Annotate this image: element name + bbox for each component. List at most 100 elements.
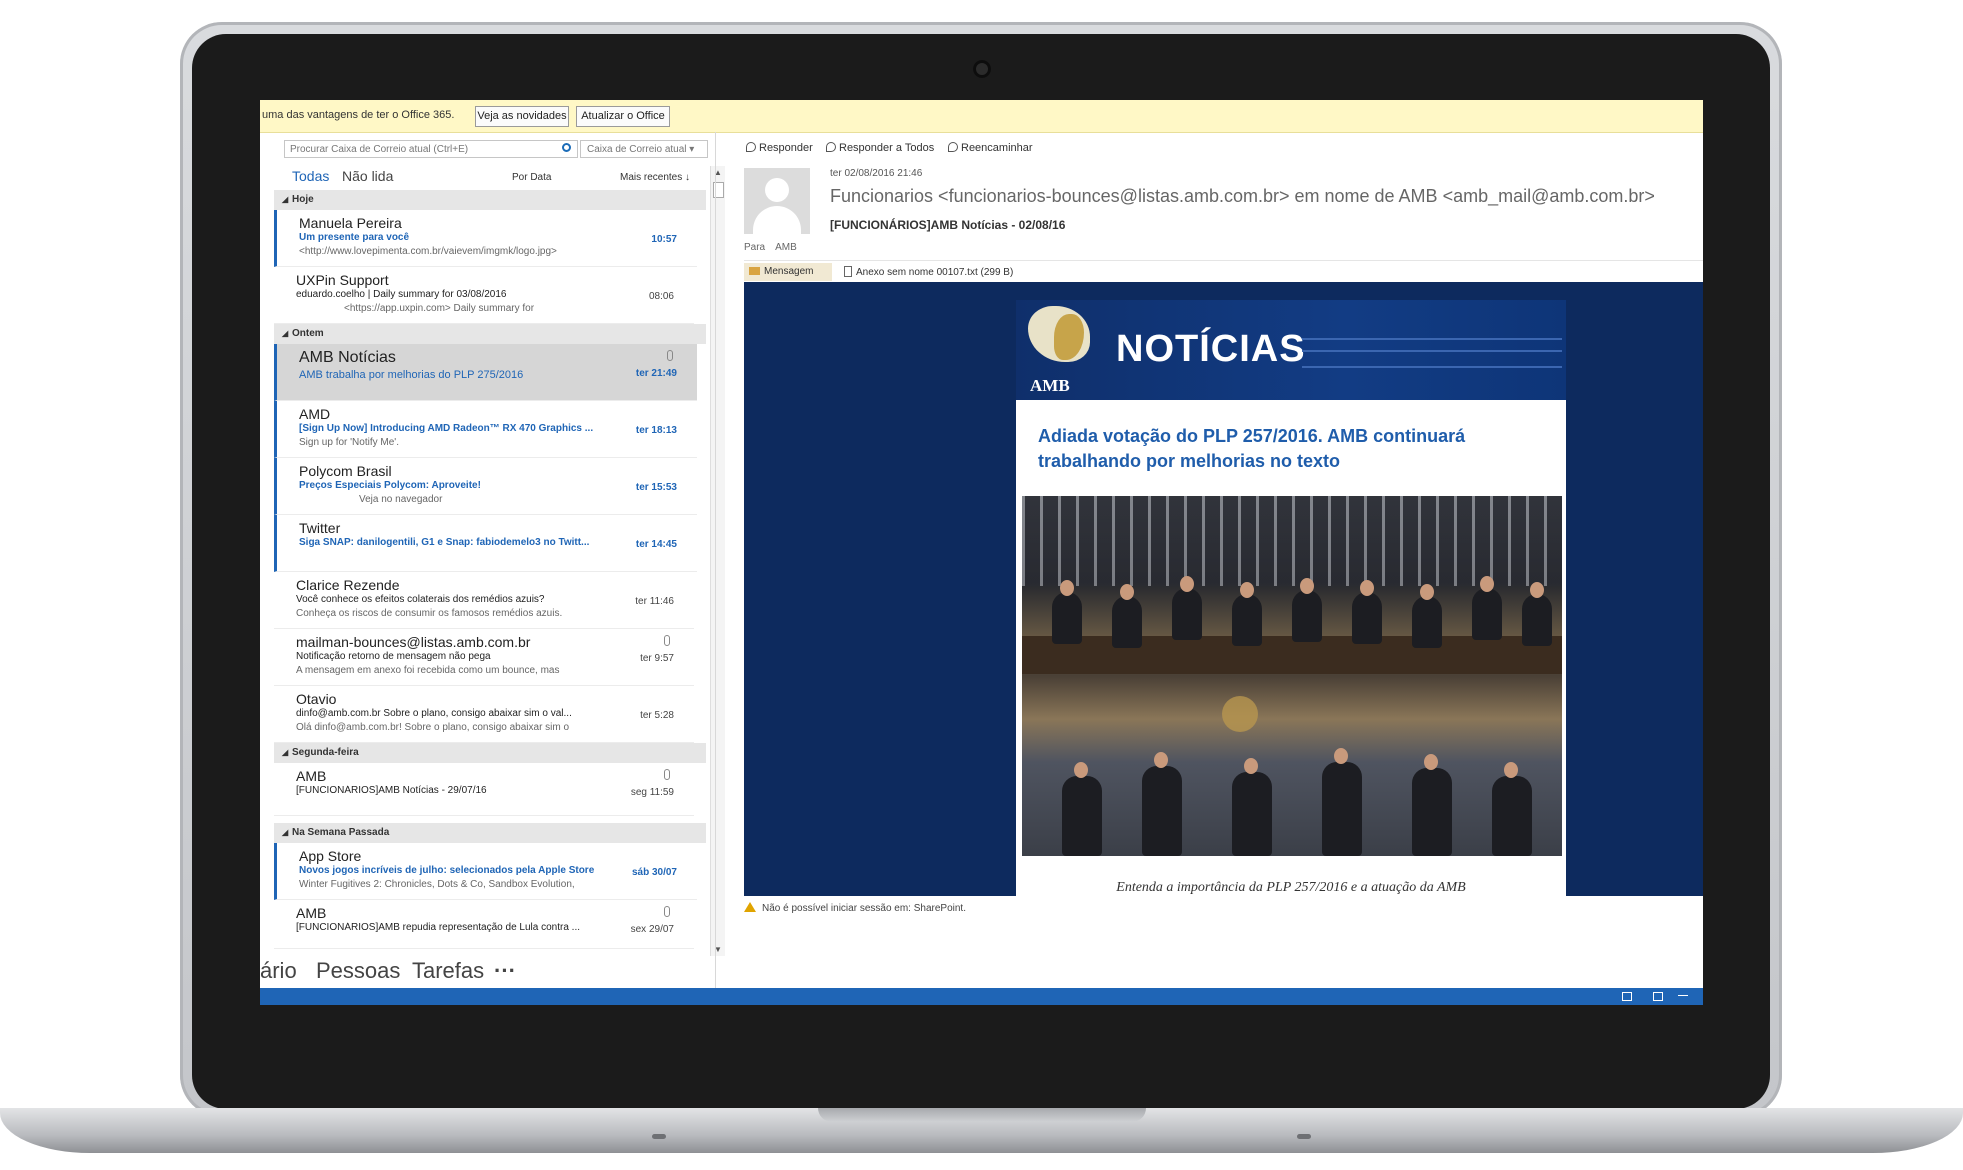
mail-subject: Preços Especiais Polycom: Aproveite!: [299, 480, 481, 491]
mail-item[interactable]: Twitter Siga SNAP: danilogentili, G1 e S…: [274, 515, 697, 572]
search-icon[interactable]: [562, 143, 571, 152]
mail-sender: mailman-bounces@listas.amb.com.br: [296, 634, 531, 650]
mail-time: ter 15:53: [635, 482, 677, 493]
mail-subject: Novos jogos incríveis de julho: selecion…: [299, 865, 595, 876]
collapse-icon: ◢: [282, 329, 289, 338]
pane-splitter[interactable]: [715, 132, 716, 988]
message-from[interactable]: Funcionarios <funcionarios-bounces@lista…: [830, 186, 1655, 207]
mail-time: ter 5:28: [640, 710, 674, 721]
search-scope-dropdown[interactable]: Caixa de Correio atual ▾: [580, 140, 708, 158]
mail-sender: Manuela Pereira: [299, 215, 402, 231]
message-subject: [FUNCIONÁRIOS]AMB Notícias - 02/08/16: [830, 218, 1066, 232]
collapse-icon: ◢: [282, 748, 289, 757]
laptop-notch: [818, 1108, 1146, 1122]
newsletter-header: AMB NOTÍCIAS: [1016, 300, 1566, 400]
group-header[interactable]: ◢ Ontem: [274, 324, 706, 344]
forward-button[interactable]: Reencaminhar: [948, 142, 1033, 154]
news-caption[interactable]: Entenda a importância da PLP 257/2016 e …: [1016, 880, 1566, 896]
mail-preview: Olá dinfo@amb.com.br! Sobre o plano, con…: [296, 722, 570, 733]
filter-bar: Todas Não lida Por Data Mais recentes ↓: [284, 168, 704, 188]
news-headline[interactable]: Adiada votação do PLP 257/2016. AMB cont…: [1038, 424, 1538, 474]
more-icon[interactable]: ···: [494, 958, 516, 984]
mail-time: sex 29/07: [630, 924, 674, 935]
mail-time: ter 9:57: [640, 653, 674, 664]
search-input[interactable]: Procurar Caixa de Correio atual (Ctrl+E): [284, 140, 578, 158]
attachment-bar: Mensagem Anexo sem nome 00107.txt (299 B…: [744, 260, 1703, 283]
tab-message[interactable]: Mensagem: [744, 263, 832, 281]
whats-new-button[interactable]: Veja as novidades: [475, 106, 569, 127]
screen: uma das vantagens de ter o Office 365. V…: [260, 100, 1703, 1005]
mail-subject: [FUNCIONÁRIOS]AMB Notícias - 29/07/16: [296, 785, 487, 796]
mail-sender: Polycom Brasil: [299, 463, 392, 479]
mail-item-selected[interactable]: AMB Notícias AMB trabalha por melhorias …: [274, 344, 697, 401]
paperclip-icon: [664, 769, 670, 780]
mail-time: sáb 30/07: [631, 867, 677, 878]
mail-item[interactable]: AMD [Sign Up Now] Introducing AMD Radeon…: [274, 401, 697, 458]
filter-unread[interactable]: Não lida: [342, 168, 393, 184]
filter-all[interactable]: Todas: [292, 168, 329, 184]
infobar-message: uma das vantagens de ter o Office 365.: [262, 109, 455, 121]
mail-time: ter 11:46: [635, 596, 674, 607]
mail-list-scrollbar[interactable]: ▲ ▼: [710, 166, 725, 956]
mail-sender: AMB: [296, 905, 327, 921]
mail-sender: App Store: [299, 848, 362, 864]
mail-sender: AMB: [296, 768, 327, 784]
newsletter-title: NOTÍCIAS: [1116, 328, 1306, 370]
sender-avatar: [744, 168, 810, 234]
paperclip-icon: [664, 906, 670, 917]
amb-logo: AMB: [1026, 306, 1094, 396]
mail-subject: eduardo.coelho | Daily summary for 03/08…: [296, 289, 507, 300]
nav-tasks[interactable]: Tarefas: [412, 958, 484, 984]
mail-preview: <http://www.lovepimenta.com.br/vaievem/i…: [299, 246, 557, 257]
recipient[interactable]: AMB: [775, 242, 797, 253]
mail-item[interactable]: App Store Novos jogos incríveis de julho…: [274, 843, 697, 900]
normal-view-icon[interactable]: [1622, 992, 1632, 1001]
update-office-button[interactable]: Atualizar o Office: [576, 106, 670, 127]
reply-all-button[interactable]: Responder a Todos: [826, 142, 934, 154]
mail-sender: Otavio: [296, 691, 337, 707]
mail-time: ter 18:13: [635, 425, 677, 436]
warning-icon: [744, 902, 756, 912]
message-body: AMB NOTÍCIAS Adiada votação do PLP 257/2…: [744, 282, 1703, 896]
attachment-file[interactable]: Anexo sem nome 00107.txt (299 B): [844, 266, 1013, 278]
mail-item[interactable]: AMB [FUNCIONÁRIOS]AMB repudia representa…: [274, 900, 694, 949]
zoom-minus-icon[interactable]: [1678, 995, 1688, 996]
reading-view-icon[interactable]: [1653, 992, 1663, 1001]
mail-item[interactable]: Manuela Pereira Um presente para você <h…: [274, 210, 697, 267]
sharepoint-warning: Não é possível iniciar sessão em: ShareP…: [744, 902, 966, 914]
camera-icon: [973, 60, 991, 78]
group-header[interactable]: ◢ Hoje: [274, 190, 706, 210]
mail-preview: Winter Fugitives 2: Chronicles, Dots & C…: [299, 879, 575, 890]
reply-all-icon: [826, 142, 836, 152]
header-decoration: [1302, 338, 1562, 368]
mail-item[interactable]: Polycom Brasil Preços Especiais Polycom:…: [274, 458, 697, 515]
sort-by-dropdown[interactable]: Por Data: [512, 172, 551, 183]
mail-item[interactable]: Otavio dinfo@amb.com.br Sobre o plano, c…: [274, 686, 694, 743]
mail-subject: AMB trabalha por melhorias do PLP 275/20…: [299, 369, 524, 381]
news-photo[interactable]: [1022, 496, 1562, 856]
mail-time: ter 14:45: [635, 539, 677, 550]
paperclip-icon: [664, 635, 670, 646]
status-bar: [260, 988, 1703, 1005]
mail-subject: Siga SNAP: danilogentili, G1 e Snap: fab…: [299, 537, 590, 548]
group-header[interactable]: ◢ Na Semana Passada: [274, 823, 706, 843]
collapse-icon: ◢: [282, 195, 289, 204]
mail-item[interactable]: mailman-bounces@listas.amb.com.br Notifi…: [274, 629, 694, 686]
mail-item[interactable]: UXPin Support eduardo.coelho | Daily sum…: [274, 267, 694, 324]
mail-sender: Clarice Rezende: [296, 577, 400, 593]
mail-item[interactable]: Clarice Rezende Você conhece os efeitos …: [274, 572, 694, 629]
mail-preview: Veja no navegador: [359, 494, 443, 505]
laptop-foot: [652, 1134, 666, 1139]
laptop-foot: [1297, 1134, 1311, 1139]
reply-button[interactable]: Responder: [746, 142, 813, 154]
collapse-icon: ◢: [282, 828, 289, 837]
group-header[interactable]: ◢ Segunda-feira: [274, 743, 706, 763]
nav-calendar[interactable]: ário: [260, 958, 297, 984]
mail-item[interactable]: AMB [FUNCIONÁRIOS]AMB Notícias - 29/07/1…: [274, 763, 694, 816]
sort-order-button[interactable]: Mais recentes ↓: [620, 172, 690, 183]
mail-subject: [FUNCIONÁRIOS]AMB repudia representação …: [296, 922, 581, 933]
search-placeholder: Procurar Caixa de Correio atual (Ctrl+E): [290, 144, 469, 155]
nav-people[interactable]: Pessoas: [316, 958, 400, 984]
forward-icon: [948, 142, 958, 152]
paperclip-icon: [667, 350, 673, 361]
